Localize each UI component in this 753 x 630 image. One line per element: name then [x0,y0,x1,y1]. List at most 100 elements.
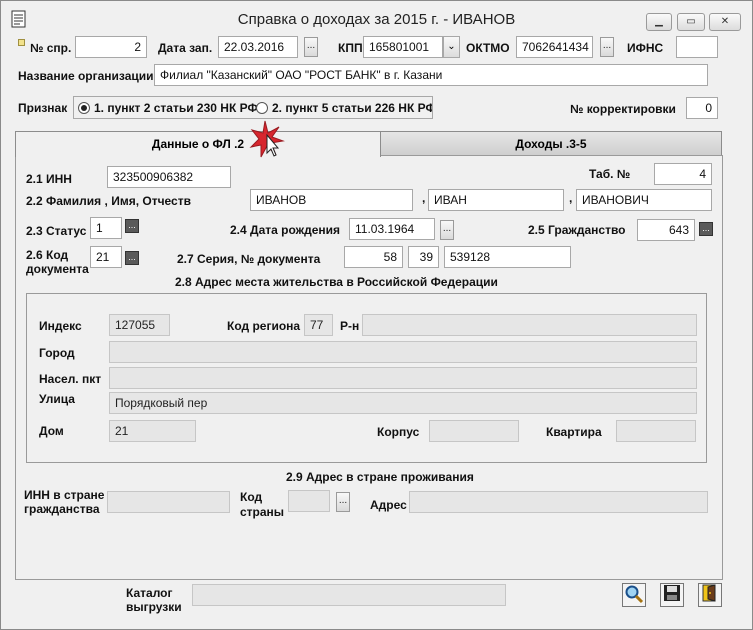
title-bar: Справка о доходах за 2015 г. - ИВАНОВ ▁ … [1,1,752,33]
citizenship-label: 2.5 Гражданство [528,223,626,237]
search-icon [625,585,644,604]
country-code-label-2: страны [240,505,285,519]
save-button[interactable] [660,583,684,607]
marker-icon [18,39,25,46]
correction-field[interactable]: 0 [686,97,718,119]
kpp-field[interactable]: 165801001 [363,36,443,58]
minimize-icon: ▁ [655,16,663,27]
tab-person-data-label: Данные о ФЛ .2 [151,137,245,151]
inn-label: 2.1 ИНН [26,172,72,186]
close-button[interactable]: ✕ [709,13,741,31]
tab-number-label: Таб. № [589,167,631,181]
no-spr-field[interactable]: 2 [75,36,147,58]
fio-separator-2: , [569,191,573,205]
priznak-radio-1[interactable] [78,102,90,114]
save-icon [664,585,680,601]
oktmo-label: ОКТМО [466,41,510,55]
foreign-inn-field[interactable] [107,491,230,513]
last-name-field[interactable]: ИВАНОВ [250,189,413,211]
doc-number-field[interactable]: 539128 [444,246,571,268]
priznak-label: Признак [18,101,68,115]
priznak-group: 1. пункт 2 статьи 230 НК РФ 2. пункт 5 с… [73,96,433,119]
middle-name-field[interactable]: ИВАНОВИЧ [576,189,712,211]
kpp-dropdown-button[interactable]: ⌄ [443,36,460,58]
region-field[interactable]: 77 [304,314,333,336]
first-name-field[interactable]: ИВАН [428,189,564,211]
street-field[interactable]: Порядковый пер [109,392,697,414]
maximize-button[interactable]: ▭ [677,13,705,31]
exit-icon [702,584,716,602]
status-label: 2.3 Статус [26,224,87,238]
date-label: Дата зап. [158,41,213,55]
doc-code-field[interactable]: 21 [90,246,122,268]
district-label: Р-н [340,319,360,333]
ifns-field[interactable] [676,36,718,58]
citizenship-field[interactable]: 643 [637,219,695,241]
priznak-option-2-label: 2. пункт 5 статьи 226 НК РФ [272,101,432,115]
region-label: Код региона [227,319,301,333]
city-field[interactable] [109,341,697,363]
house-field[interactable]: 21 [109,420,196,442]
house-label: Дом [39,424,64,438]
birth-label: 2.4 Дата рождения [230,223,341,237]
no-spr-label: № спр. [30,41,72,55]
locality-field[interactable] [109,367,697,389]
street-label: Улица [39,392,75,406]
district-field[interactable] [362,314,697,336]
city-label: Город [39,346,75,360]
main-window: Справка о доходах за 2015 г. - ИВАНОВ ▁ … [0,0,753,630]
address-foreign-title: 2.9 Адрес в стране проживания [286,470,474,484]
country-code-label-1: Код [240,490,263,504]
exit-button[interactable] [698,583,722,607]
date-field[interactable]: 22.03.2016 [218,36,298,58]
doc-code-picker-button[interactable]: ... [125,251,139,265]
minimize-button[interactable]: ▁ [646,13,672,31]
chevron-down-icon: ⌄ [447,41,456,52]
doc-series-2-field[interactable]: 39 [408,246,439,268]
foreign-address-field[interactable] [409,491,708,513]
catalog-label-2: выгрузки [126,600,182,614]
tab-number-field[interactable]: 4 [654,163,712,185]
oktmo-picker-button[interactable]: ... [600,37,614,57]
oktmo-field[interactable]: 7062641434 [516,36,593,58]
doc-series-1-field[interactable]: 58 [344,246,403,268]
tab-person-data[interactable]: Данные о ФЛ .2 [15,131,381,157]
date-picker-button[interactable]: ... [304,37,318,57]
fio-label: 2.2 Фамилия , Имя, Отчеств [26,194,191,208]
org-label: Название организации [18,69,154,83]
birth-field[interactable]: 11.03.1964 [349,218,435,240]
catalog-field[interactable] [192,584,506,606]
flat-label: Квартира [546,425,602,439]
foreign-address-label: Адрес [370,498,407,512]
click-burst-icon [249,120,285,158]
priznak-option-1-label: 1. пункт 2 статьи 230 НК РФ [94,101,258,115]
doc-series-label: 2.7 Серия, № документа [177,252,321,266]
building-label: Корпус [377,425,420,439]
status-field[interactable]: 1 [90,217,122,239]
country-code-picker-button[interactable]: ... [336,492,350,512]
search-button[interactable] [622,583,646,607]
doc-code-label-2: документа [26,262,89,276]
correction-label: № корректировки [570,102,676,116]
locality-label: Насел. пкт [39,372,102,386]
index-field[interactable]: 127055 [109,314,170,336]
doc-code-label-1: 2.6 Код [26,248,69,262]
foreign-inn-label-2: гражданства [24,502,100,516]
citizenship-picker-button[interactable]: ... [699,222,713,236]
birth-picker-button[interactable]: ... [440,220,454,240]
kpp-label: КПП [338,41,363,55]
building-field[interactable] [429,420,519,442]
country-code-field[interactable] [288,490,330,512]
tab-income-label: Доходы .3-5 [515,137,587,151]
inn-field[interactable]: 323500906382 [107,166,231,188]
flat-field[interactable] [616,420,696,442]
address-ru-title: 2.8 Адрес места жительства в Российской … [175,275,498,289]
priznak-radio-2[interactable] [256,102,268,114]
fio-separator-1: , [422,191,426,205]
catalog-label-1: Каталог [126,586,173,600]
index-label: Индекс [39,319,82,333]
org-field[interactable]: Филиал "Казанский" ОАО "РОСТ БАНК" в г. … [154,64,708,86]
tab-income[interactable]: Доходы .3-5 [380,131,722,156]
status-picker-button[interactable]: ... [125,219,139,233]
close-icon: ✕ [720,16,730,27]
